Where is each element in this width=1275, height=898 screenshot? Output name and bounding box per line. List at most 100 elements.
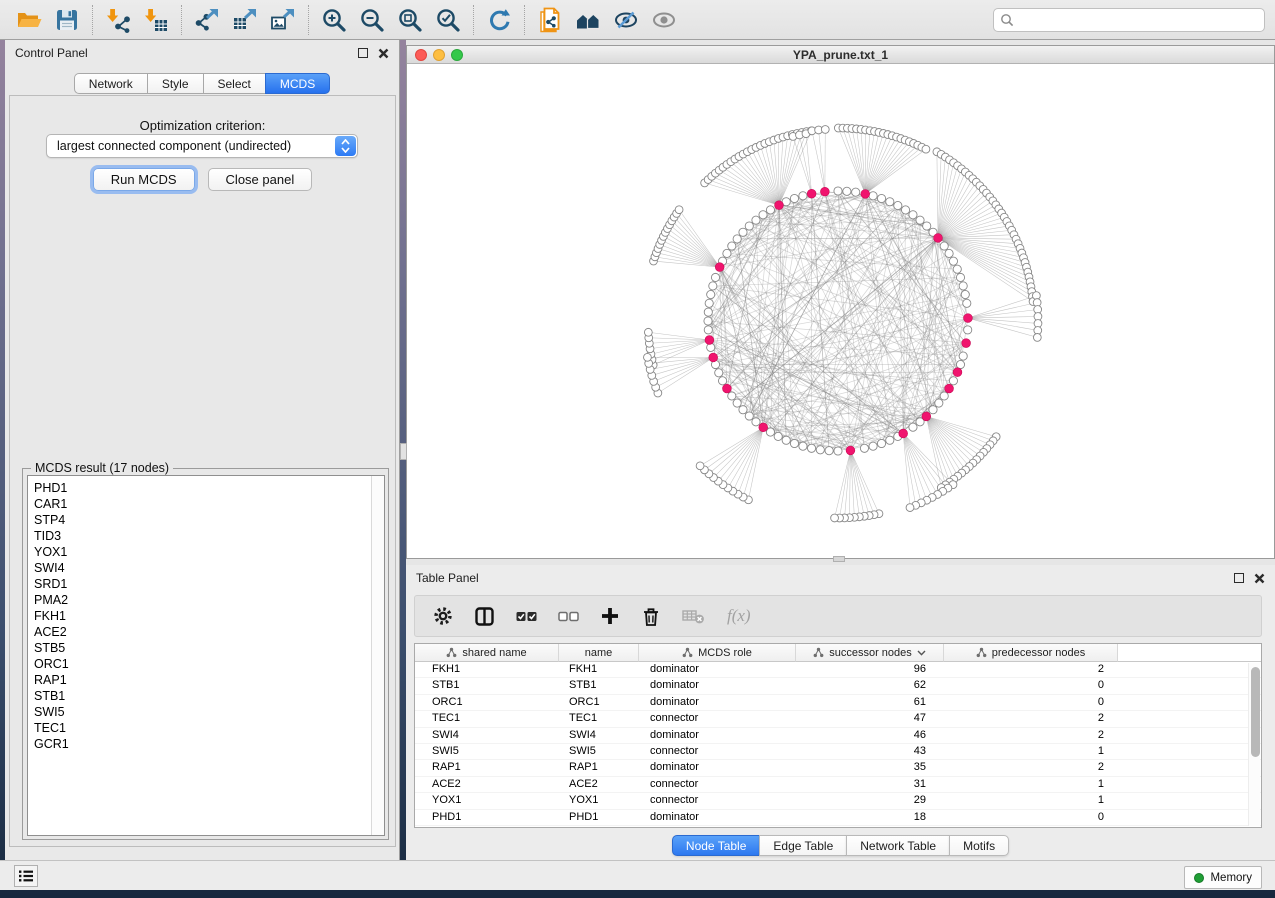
tab-network[interactable]: Network [74,73,147,94]
mcds-result-item[interactable]: ACE2 [28,624,370,640]
tab-select[interactable]: Select [203,73,265,94]
table-row[interactable]: SWI5SWI5connector431 [415,744,1261,760]
table-row[interactable]: ACE2ACE2connector311 [415,777,1261,793]
table-scrollbar[interactable] [1248,663,1260,826]
import-table-button[interactable] [137,4,175,36]
column-header-name[interactable]: name [559,644,639,662]
table-cell: ORC1 [415,695,559,710]
create-column-button[interactable] [600,606,620,626]
zoom-in-button[interactable] [315,4,353,36]
select-all-columns-button[interactable] [516,606,537,626]
mcds-result-item[interactable]: ORC1 [28,656,370,672]
criterion-select[interactable]: largest connected component (undirected) [46,134,358,158]
splitter-handle-vertical[interactable] [400,443,407,460]
export-table-button[interactable] [226,4,264,36]
network-window-titlebar[interactable]: YPA_prune.txt_1 [407,46,1274,64]
mcds-list-scrollbar[interactable] [371,476,384,835]
mcds-result-item[interactable]: RAP1 [28,672,370,688]
export-image-button[interactable] [264,4,302,36]
mcds-result-item[interactable]: GCR1 [28,736,370,752]
refresh-button[interactable] [480,4,518,36]
mcds-tab-content: Optimization criterion: largest connecte… [9,95,396,847]
export-network-button[interactable] [188,4,226,36]
import-table-icon [143,7,169,33]
tab-style[interactable]: Style [147,73,203,94]
table-cell: PHD1 [415,810,559,825]
table-row[interactable]: FKH1FKH1dominator962 [415,662,1261,678]
table-cell: PHD1 [559,810,639,825]
table-cell: dominator [639,678,796,693]
houses-button[interactable] [569,4,607,36]
column-header-successor-nodes[interactable]: successor nodes [796,644,944,662]
tab-edge-table[interactable]: Edge Table [759,835,846,856]
table-cell-filler [1118,810,1261,825]
mcds-result-item[interactable]: SWI4 [28,560,370,576]
control-panel: Control Panel NetworkStyleSelectMCDS Opt… [5,40,400,860]
mcds-result-item[interactable]: TEC1 [28,720,370,736]
mcds-result-item[interactable]: SRD1 [28,576,370,592]
toggle-column-panel-button[interactable] [474,606,495,627]
zoom-out-button[interactable] [353,4,391,36]
float-panel-icon[interactable] [1234,573,1244,583]
search-input[interactable] [1014,13,1258,27]
mcds-result-item[interactable]: STB5 [28,640,370,656]
column-header-MCDS-role[interactable]: MCDS role [639,644,796,662]
table-row[interactable]: PHD1PHD1dominator180 [415,810,1261,826]
mcds-result-item[interactable]: CAR1 [28,496,370,512]
table-row[interactable]: SWI4SWI4dominator462 [415,728,1261,744]
tab-mcds[interactable]: MCDS [265,73,330,94]
import-network-button[interactable] [99,4,137,36]
main-toolbar [0,0,1275,40]
mcds-result-item[interactable]: STB1 [28,688,370,704]
table-row[interactable]: RAP1RAP1dominator352 [415,760,1261,776]
table-scrollbar-thumb[interactable] [1251,667,1260,757]
toolbar-separator [181,5,182,35]
column-header-filler [1118,644,1261,662]
table-cell-filler [1118,728,1261,743]
close-panel-button[interactable]: Close panel [208,168,313,191]
toolbar-separator [308,5,309,35]
mcds-result-item[interactable]: PMA2 [28,592,370,608]
tab-motifs[interactable]: Motifs [949,835,1009,856]
table-row[interactable]: TEC1TEC1connector472 [415,711,1261,727]
column-header-shared-name[interactable]: shared name [415,644,559,662]
mcds-result-item[interactable]: YOX1 [28,544,370,560]
table-cell: 18 [796,810,944,825]
network-document-button[interactable] [531,4,569,36]
mcds-result-item[interactable]: FKH1 [28,608,370,624]
deselect-all-columns-button[interactable] [558,606,579,626]
mcds-result-item[interactable]: PHD1 [28,480,370,496]
tab-node-table[interactable]: Node Table [672,835,760,856]
mcds-result-list: PHD1CAR1STP4TID3YOX1SWI4SRD1PMA2FKH1ACE2… [28,480,370,752]
run-mcds-button[interactable]: Run MCDS [93,168,195,191]
column-header-predecessor-nodes[interactable]: predecessor nodes [944,644,1118,662]
table-cell: 1 [944,744,1118,759]
open-file-button[interactable] [10,4,48,36]
right-region: YPA_prune.txt_1 Table Panel [406,40,1275,860]
delete-column-button[interactable] [641,606,661,627]
mcds-result-item[interactable]: STP4 [28,512,370,528]
table-row[interactable]: ORC1ORC1dominator610 [415,695,1261,711]
close-panel-icon[interactable] [378,48,389,59]
tab-network-table[interactable]: Network Table [846,835,949,856]
table-row[interactable]: YOX1YOX1connector291 [415,793,1261,809]
save-session-button[interactable] [48,4,86,36]
task-history-button[interactable] [14,865,38,887]
hide-graphics-details-button[interactable] [607,4,645,36]
mcds-result-item[interactable]: SWI5 [28,704,370,720]
float-panel-icon[interactable] [358,48,368,58]
table-cell: dominator [639,810,796,825]
save-floppy-icon [54,7,80,33]
splitter-handle-horizontal[interactable] [833,556,845,562]
columns-icon [474,606,495,627]
show-graphics-details-button[interactable] [645,4,683,36]
zoom-fit-button[interactable] [391,4,429,36]
memory-button[interactable]: Memory [1184,866,1262,889]
network-canvas[interactable] [407,64,1274,558]
close-panel-icon[interactable] [1254,573,1265,584]
table-cell-filler [1118,760,1261,775]
zoom-selected-button[interactable] [429,4,467,36]
table-settings-button[interactable] [433,606,453,626]
table-row[interactable]: STB1STB1dominator620 [415,678,1261,694]
mcds-result-item[interactable]: TID3 [28,528,370,544]
